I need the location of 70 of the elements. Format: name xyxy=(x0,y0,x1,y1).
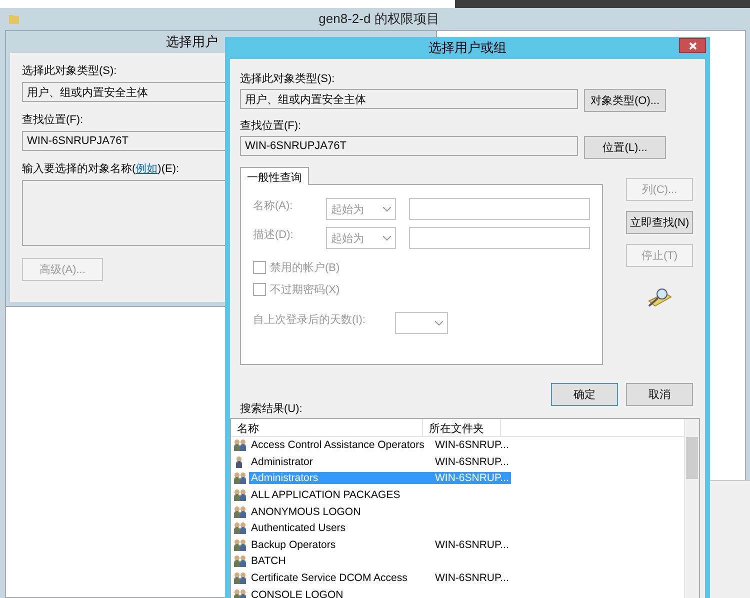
checkbox-label: 不过期密码(X) xyxy=(270,282,340,297)
result-row[interactable]: Administrator WIN-6SNRUP... xyxy=(249,456,511,468)
column-header[interactable]: 名称 xyxy=(231,419,423,436)
users-icon xyxy=(233,571,247,586)
cancel-button[interactable]: 取消 xyxy=(626,383,693,406)
scroll-thumb[interactable] xyxy=(686,437,698,479)
dialog-title: 选择用户或组 xyxy=(428,39,506,57)
account-name: Administrator xyxy=(251,456,313,468)
chevron-down-icon xyxy=(435,320,444,326)
field-label: 名称(A): xyxy=(253,199,294,213)
examples-link[interactable]: 例如 xyxy=(136,163,158,175)
result-row[interactable]: ALL APPLICATION PACKAGES xyxy=(249,489,511,502)
account-name: Authenticated Users xyxy=(251,522,346,534)
folder-name: WIN-6SNRUP... xyxy=(435,439,509,452)
object-type-field[interactable]: 用户、组或内置安全主体 xyxy=(240,89,578,109)
users-icon xyxy=(233,588,247,598)
window-title: gen8-2-d 的权限项目 xyxy=(318,10,440,28)
account-name: Certificate Service DCOM Access xyxy=(251,572,408,584)
close-icon xyxy=(688,42,696,50)
account-name: Administrators xyxy=(251,472,318,484)
result-row[interactable]: Access Control Assistance Operators WIN-6SNRUP... xyxy=(249,439,511,452)
users-icon xyxy=(233,554,247,568)
object-types-button[interactable]: 对象类型(O)... xyxy=(584,89,666,112)
dialog-title: 选择用户 xyxy=(166,33,218,51)
folder-name: WIN-6SNRUP... xyxy=(435,456,509,468)
result-row[interactable]: CONSOLE LOGON xyxy=(249,588,511,598)
field-label: 查找位置(F): xyxy=(22,113,84,127)
description-input[interactable] xyxy=(409,227,590,249)
users-icon xyxy=(233,471,247,486)
result-row[interactable]: BATCH xyxy=(249,555,511,568)
field-label: 输入要选择的对象名称(例如)(E): xyxy=(22,162,180,176)
checkbox[interactable] xyxy=(253,283,266,296)
folder-name: WIN-6SNRUP... xyxy=(435,472,509,484)
folder-name: WIN-6SNRUP... xyxy=(435,572,509,584)
account-name: BATCH xyxy=(251,555,286,568)
location-field[interactable]: WIN-6SNRUPJA76T xyxy=(240,136,578,156)
account-name: ALL APPLICATION PACKAGES xyxy=(251,489,400,502)
chevron-down-icon xyxy=(383,236,391,240)
tab[interactable]: 一般性查询 xyxy=(240,167,309,185)
field-label: 选择此对象类型(S): xyxy=(22,64,117,78)
chevron-down-icon xyxy=(383,206,391,212)
results-label: 搜索结果(U): xyxy=(240,402,302,416)
users-icon xyxy=(233,438,247,452)
account-name: Access Control Assistance Operators xyxy=(251,439,424,452)
checkbox[interactable] xyxy=(253,261,266,274)
close-button[interactable] xyxy=(679,38,706,53)
checkbox-label: 禁用的帐户(B) xyxy=(270,260,340,275)
field-label: 自上次登录后的天数(I): xyxy=(253,313,366,327)
users-icon xyxy=(233,538,247,552)
result-row[interactable]: Certificate Service DCOM Access WIN-6SNRUP... xyxy=(249,572,511,584)
result-row[interactable]: Authenticated Users xyxy=(249,522,511,534)
account-name: Backup Operators xyxy=(251,538,336,551)
field-label: 查找位置(F): xyxy=(240,119,302,133)
users-icon xyxy=(233,504,247,519)
account-name: ANONYMOUS LOGON xyxy=(251,506,361,518)
result-row[interactable]: Backup Operators WIN-6SNRUP... xyxy=(249,538,511,551)
scrollbar[interactable] xyxy=(684,419,699,598)
action-button[interactable]: 立即查找(N) xyxy=(626,211,693,234)
users-icon xyxy=(233,488,247,502)
result-row[interactable]: ANONYMOUS LOGON xyxy=(249,506,511,518)
ok-button[interactable]: 确定 xyxy=(551,383,618,406)
days-dropdown[interactable] xyxy=(395,312,448,334)
column-header[interactable]: 所在文件夹 xyxy=(423,419,501,436)
field-label: 描述(D): xyxy=(253,228,294,242)
account-name: CONSOLE LOGON xyxy=(251,588,344,598)
folder-icon xyxy=(8,13,20,25)
locations-button[interactable]: 位置(L)... xyxy=(584,136,666,159)
folder-name: WIN-6SNRUP... xyxy=(435,538,509,551)
name-input[interactable] xyxy=(409,198,590,220)
users-icon xyxy=(233,521,247,536)
